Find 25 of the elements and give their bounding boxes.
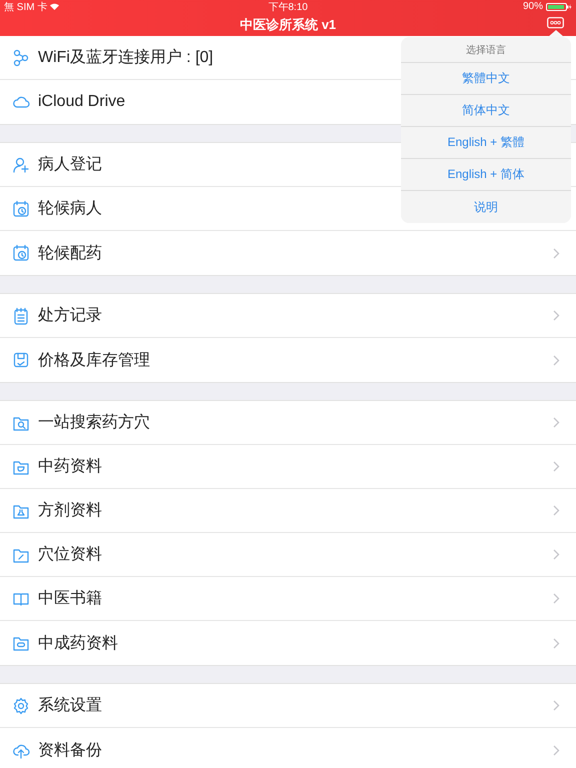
chevron-icon <box>553 700 560 711</box>
chevron-icon <box>553 505 560 516</box>
nodes-icon <box>12 48 30 66</box>
notepad-icon <box>12 306 30 324</box>
popover-title: 选择语言 <box>466 44 506 56</box>
nav-title: 中医诊所系统 v1 <box>240 16 336 34</box>
more-menu-button[interactable] <box>547 17 564 30</box>
battery-percent: 90% <box>522 1 543 12</box>
chevron-icon <box>553 744 560 756</box>
status-time: 下午8:10 <box>268 0 308 14</box>
chevron-icon <box>553 461 560 472</box>
chevron-icon <box>553 310 560 321</box>
wifi-icon <box>50 3 60 10</box>
person-add-icon <box>12 156 30 174</box>
gear-icon <box>12 696 30 714</box>
chevron-icon <box>553 638 560 648</box>
chevron-icon <box>553 593 560 604</box>
chevron-icon <box>553 354 560 366</box>
battery-icon <box>546 2 572 10</box>
chevron-icon <box>553 248 560 258</box>
calendar-clock-icon <box>12 244 30 262</box>
chevron-icon <box>553 417 560 428</box>
calendar-clock-icon <box>12 200 30 218</box>
chevron-icon <box>553 549 560 560</box>
carrier-text: 無 SIM 卡 <box>4 0 48 14</box>
